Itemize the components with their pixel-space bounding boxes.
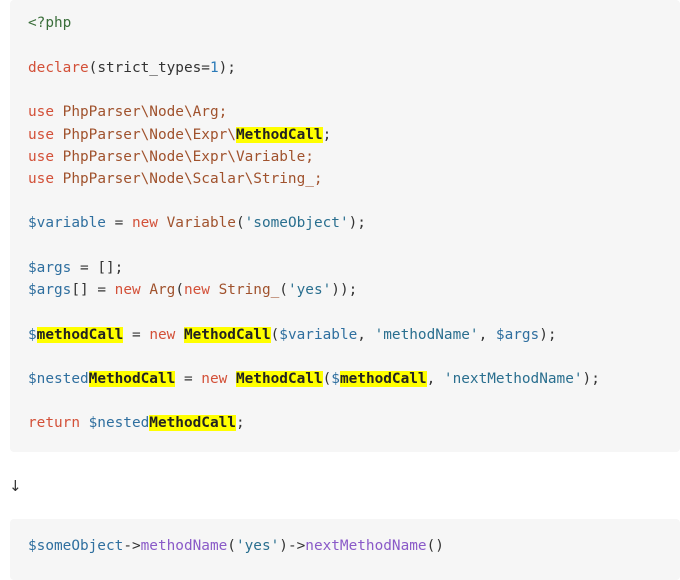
code-token: PhpParser\Node\Expr\Variable; bbox=[54, 149, 314, 165]
code-line: $variable = new Variable('someObject'); bbox=[28, 213, 366, 233]
code-token: new bbox=[201, 371, 228, 387]
code-token: )); bbox=[331, 282, 358, 298]
code-token: ); bbox=[539, 327, 557, 343]
code-token: ( bbox=[322, 371, 332, 387]
code-token: ( bbox=[279, 282, 288, 298]
code-token: , bbox=[357, 327, 375, 343]
code-line: $args = []; bbox=[28, 258, 123, 278]
search-highlight: methodCall bbox=[339, 371, 427, 387]
down-arrow-icon: ↓ bbox=[9, 477, 22, 495]
code-token: return bbox=[28, 415, 80, 431]
code-token: $variable bbox=[28, 215, 106, 231]
code-line: $someObject->methodName('yes')->nextMeth… bbox=[28, 536, 444, 556]
code-token: use bbox=[28, 104, 54, 120]
code-token: methodName bbox=[140, 538, 228, 554]
code-block-input: <?php declare(strict_types=1); use PhpPa… bbox=[10, 0, 680, 452]
code-token: ( bbox=[235, 215, 245, 231]
code-line: <?php bbox=[28, 13, 71, 33]
code-token: () bbox=[426, 538, 444, 554]
search-highlight: MethodCall bbox=[235, 371, 323, 387]
code-token: 'methodName' bbox=[374, 327, 479, 343]
code-token: [] = bbox=[71, 282, 115, 298]
code-token: PhpParser\Node\Scalar\String_; bbox=[54, 171, 323, 187]
code-token: PhpParser\Node\Arg; bbox=[54, 104, 228, 120]
code-token: $ bbox=[331, 371, 340, 387]
code-token: 'yes' bbox=[287, 282, 332, 298]
code-token: declare bbox=[28, 60, 89, 76]
code-token: $nested bbox=[28, 371, 89, 387]
code-token: 'nextMethodName' bbox=[443, 371, 583, 387]
code-token: ; bbox=[235, 415, 245, 431]
code-line: use PhpParser\Node\Arg; bbox=[28, 102, 227, 122]
code-token: (strict_types= bbox=[88, 60, 210, 76]
code-token: = bbox=[105, 215, 132, 231]
code-token: 'someObject' bbox=[244, 215, 349, 231]
code-token: $args bbox=[28, 282, 72, 298]
code-line: use PhpParser\Node\Expr\Variable; bbox=[28, 147, 314, 167]
code-token: = bbox=[175, 371, 202, 387]
search-highlight: MethodCall bbox=[183, 327, 271, 343]
code-line: use PhpParser\Node\Expr\MethodCall; bbox=[28, 125, 331, 145]
code-line: return $nestedMethodCall; bbox=[28, 413, 245, 433]
php-open-tag: <?php bbox=[28, 15, 72, 31]
code-token: ( bbox=[227, 538, 236, 554]
search-highlight: methodCall bbox=[36, 327, 124, 343]
code-token: = []; bbox=[71, 260, 124, 276]
code-token: , bbox=[426, 371, 444, 387]
code-token: ); bbox=[582, 371, 600, 387]
code-token: -> bbox=[123, 538, 141, 554]
code-token: ); bbox=[218, 60, 236, 76]
code-line: $args[] = new Arg(new String_('yes')); bbox=[28, 280, 357, 300]
code-token: 'yes' bbox=[235, 538, 280, 554]
code-token: $variable bbox=[279, 327, 358, 343]
code-token: new bbox=[131, 215, 158, 231]
code-token: , bbox=[478, 327, 496, 343]
code-token: ; bbox=[322, 127, 332, 143]
code-token: $someObject bbox=[28, 538, 124, 554]
search-highlight: MethodCall bbox=[149, 415, 236, 431]
code-line: declare(strict_types=1); bbox=[28, 58, 236, 78]
code-token: String_ bbox=[209, 282, 280, 298]
code-token: nextMethodName bbox=[305, 538, 427, 554]
search-highlight: MethodCall bbox=[88, 371, 176, 387]
code-line: $nestedMethodCall = new MethodCall($meth… bbox=[28, 369, 600, 389]
code-token: $ bbox=[28, 327, 37, 343]
code-token: )-> bbox=[279, 538, 306, 554]
code-token: new bbox=[114, 282, 141, 298]
code-token: use bbox=[28, 127, 54, 143]
code-token: = bbox=[123, 327, 150, 343]
code-token: $args bbox=[28, 260, 72, 276]
code-token: $nested bbox=[79, 415, 150, 431]
code-line: $methodCall = new MethodCall($variable, … bbox=[28, 325, 557, 345]
code-token: ); bbox=[348, 215, 366, 231]
code-token: new bbox=[149, 327, 176, 343]
code-token: PhpParser\Node\Expr\ bbox=[54, 127, 236, 143]
code-line: use PhpParser\Node\Scalar\String_; bbox=[28, 169, 323, 189]
code-token: use bbox=[28, 149, 54, 165]
code-token: 1 bbox=[209, 60, 219, 76]
code-token: ( bbox=[270, 327, 280, 343]
code-token: new bbox=[183, 282, 210, 298]
code-block-output: $someObject->methodName('yes')->nextMeth… bbox=[10, 519, 680, 580]
code-token: ( bbox=[175, 282, 184, 298]
code-token: use bbox=[28, 171, 54, 187]
code-token: $args bbox=[495, 327, 540, 343]
code-token: Variable bbox=[157, 215, 236, 231]
search-highlight: MethodCall bbox=[235, 127, 323, 143]
code-token: Arg bbox=[140, 282, 176, 298]
